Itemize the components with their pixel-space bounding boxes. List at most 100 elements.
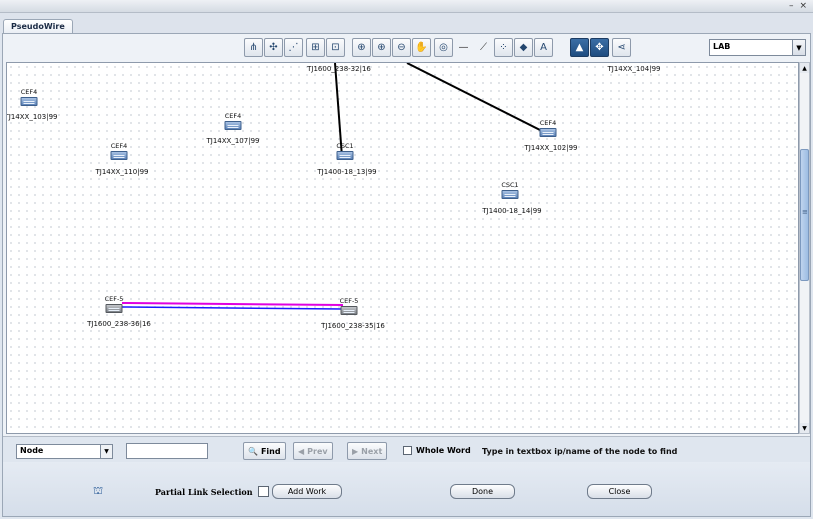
partial-link-checkbox[interactable] [257, 486, 269, 497]
chevron-down-icon[interactable]: ▼ [100, 445, 112, 458]
toolbar-button[interactable]: ⊕ [352, 38, 371, 57]
toolbar-button[interactable]: A [534, 38, 553, 57]
minimize-icon[interactable]: – [789, 1, 794, 11]
prev-arrow-icon: ◀ [298, 446, 305, 456]
share-icon: ⋖ [617, 42, 626, 53]
view-select[interactable]: LAB ▼ [709, 39, 806, 56]
node-type: CEF-5 [104, 295, 124, 303]
router-icon[interactable] [110, 151, 128, 160]
tab-bar: PseudoWire [0, 13, 813, 35]
link-magenta[interactable] [121, 302, 344, 306]
node-select-icon: ⁘ [499, 42, 508, 53]
node-label: TJ14XX_107|99 [206, 137, 260, 145]
toolbar-button[interactable]: ▲ [570, 38, 589, 57]
network-icon: ⛫ [93, 484, 104, 497]
toolbar-button[interactable]: ✋ [412, 38, 431, 57]
node-type: CSC1 [336, 142, 354, 150]
node-label: TJ14XX_102|99 [524, 144, 578, 152]
node-label: TJ14XX_110|99 [95, 168, 149, 176]
whole-word-checkbox[interactable] [403, 446, 412, 455]
done-button[interactable]: Done [450, 484, 515, 499]
node-label: TJ1400-18_13|99 [317, 168, 377, 176]
close-icon[interactable]: × [799, 1, 807, 11]
router-icon[interactable] [105, 304, 123, 313]
node-label: TJ14XX_103|99 [6, 113, 58, 121]
toolbar-button[interactable]: ◎ [434, 38, 453, 57]
router-icon[interactable] [224, 121, 242, 130]
multi-select-icon: ◆ [519, 42, 528, 53]
scroll-thumb[interactable]: ≡ [800, 149, 809, 281]
toolbar-button[interactable]: ✥ [590, 38, 609, 57]
label-toggle-icon: A [540, 42, 547, 53]
node-label-partial: TJ14XX_104|99 [607, 65, 661, 73]
expand-icon: ✥ [595, 42, 604, 53]
vertical-scrollbar[interactable]: ▲ ≡ ▼ [799, 62, 810, 434]
toolbar-button[interactable]: ◆ [514, 38, 533, 57]
next-arrow-icon: ▶ [352, 446, 359, 456]
toolbar-button[interactable]: ✣ [264, 38, 283, 57]
topology-canvas[interactable]: TJ1600_238-32|16 TJ14XX_104|99 CEF4 TJ14… [6, 62, 799, 434]
zoom-out-icon: ⊖ [397, 42, 406, 53]
close-button[interactable]: Close [587, 484, 652, 499]
add-work-button[interactable]: Add Work [272, 484, 342, 499]
link-blue[interactable] [121, 306, 344, 310]
toolbar-button[interactable]: ⊖ [392, 38, 411, 57]
toolbar-button[interactable]: ⁘ [494, 38, 513, 57]
toolbar-button[interactable]: ⋔ [244, 38, 263, 57]
prev-button[interactable]: ◀ Prev [293, 442, 333, 460]
router-icon[interactable] [340, 306, 358, 315]
router-icon[interactable] [539, 128, 557, 137]
window-titlebar: – × [0, 0, 813, 13]
node-type: CEF4 [20, 88, 38, 96]
node-type: CEF-5 [339, 297, 359, 305]
scroll-down-icon[interactable]: ▼ [800, 423, 809, 433]
node-type: CEF4 [224, 112, 242, 120]
router-icon[interactable] [20, 97, 38, 106]
whole-word-option[interactable]: Whole Word [403, 446, 471, 455]
link-line-icon: — [458, 42, 469, 53]
toolbar-button[interactable]: ⊕ [372, 38, 391, 57]
find-bar: Node ▼ 🔍 Find ◀ Prev ▶ Next Whole Word T… [3, 436, 810, 462]
action-bar: ⛫ Partial Link Selection Add Work Done C… [3, 462, 810, 516]
collapse-icon: ▲ [575, 42, 584, 53]
find-hint: Type in textbox ip/name of the node to f… [482, 447, 678, 456]
find-type-select[interactable]: Node ▼ [16, 444, 113, 459]
scroll-up-icon[interactable]: ▲ [800, 63, 809, 73]
pseudowire-panel: ⋔ ✣ ⋰ ⊞ ⊡ ⊕ ⊕ ⊖ ✋ ◎ — ⟋ ⁘ ◆ A ▲ ✥ ⋖ LAB ▼ TJ1600_238-32|1… [2, 33, 811, 517]
overview-icon: ◎ [439, 42, 448, 53]
layout-tree-icon: ⋰ [288, 42, 299, 53]
hand-pan-icon: ✋ [415, 42, 428, 53]
toolbar-button[interactable]: ⋖ [612, 38, 631, 57]
next-button-label: Next [361, 446, 383, 456]
toolbar-button[interactable]: ⟋ [474, 38, 493, 57]
partial-link-label: Partial Link Selection [155, 486, 253, 497]
view-select-value: LAB [713, 42, 731, 51]
node-label: TJ1400-18_14|99 [482, 207, 542, 215]
grip-icon: ≡ [802, 208, 808, 216]
node-type: CEF4 [539, 119, 557, 127]
layout-orthogonal-icon: ⊡ [331, 42, 340, 53]
topology-toolbar: ⋔ ✣ ⋰ ⊞ ⊡ ⊕ ⊕ ⊖ ✋ ◎ — ⟋ ⁘ ◆ A ▲ ✥ ⋖ LAB ▼ [3, 34, 810, 61]
whole-word-label: Whole Word [416, 446, 471, 455]
prev-button-label: Prev [307, 446, 328, 456]
toolbar-button[interactable]: ⊞ [306, 38, 325, 57]
find-type-value: Node [20, 446, 44, 455]
node-label-partial: TJ1600_238-32|16 [307, 65, 371, 73]
layout-hierarchical-icon: ⋔ [249, 42, 258, 53]
link-diagonal-icon: ⟋ [480, 42, 487, 53]
chevron-down-icon[interactable]: ▼ [792, 40, 805, 55]
toolbar-button[interactable]: — [454, 38, 473, 57]
layout-grid-icon: ⊞ [311, 42, 320, 53]
partial-link-option[interactable]: Partial Link Selection [155, 486, 269, 497]
router-icon[interactable] [336, 151, 354, 160]
find-input[interactable] [126, 443, 208, 459]
toolbar-button[interactable]: ⊡ [326, 38, 345, 57]
toolbar-button[interactable]: ⋰ [284, 38, 303, 57]
find-button[interactable]: 🔍 Find [243, 442, 286, 460]
node-label: TJ1600_238-35|16 [321, 322, 385, 330]
router-icon[interactable] [501, 190, 519, 199]
link-black-diagonal[interactable] [406, 63, 543, 132]
layout-circular-icon: ✣ [269, 42, 278, 53]
zoom-in-icon: ⊕ [377, 42, 386, 53]
next-button[interactable]: ▶ Next [347, 442, 388, 460]
